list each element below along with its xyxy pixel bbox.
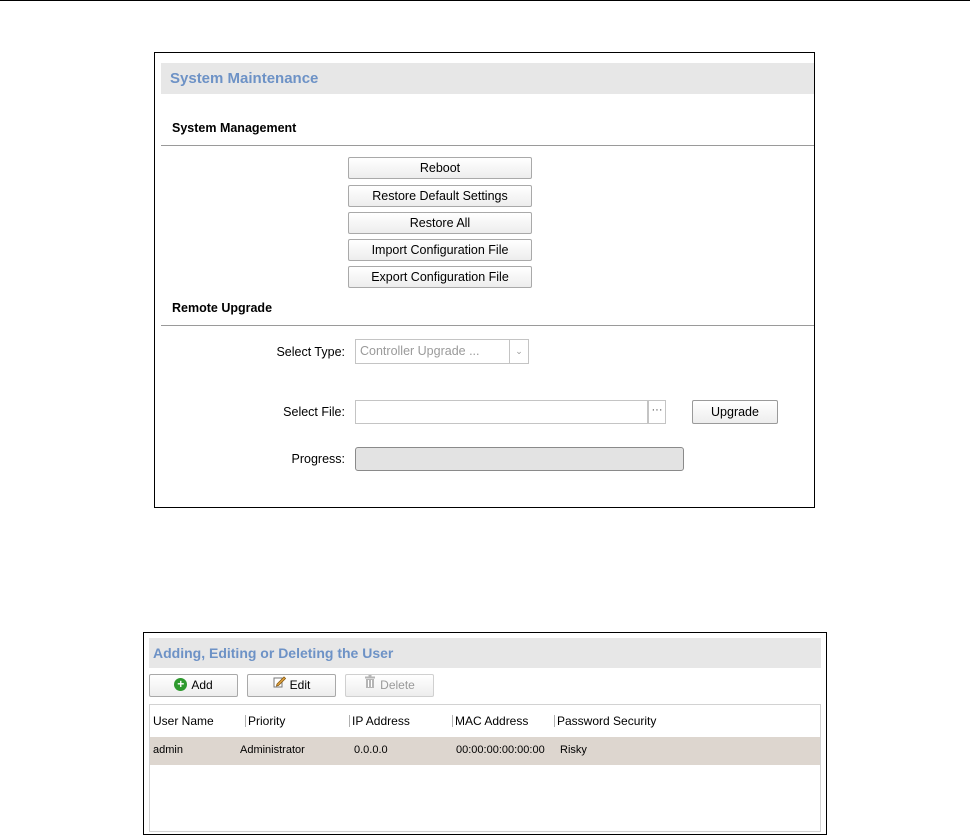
panel-title: Adding, Editing or Deleting the User [149, 638, 821, 668]
column-header-ip-address[interactable]: IP Address [352, 714, 410, 728]
select-file-label: Select File: [283, 405, 345, 419]
column-divider [349, 715, 350, 727]
browse-file-button[interactable]: ··· [648, 400, 666, 424]
export-configuration-file-button[interactable]: Export Configuration File [348, 266, 532, 288]
panel-title: System Maintenance [161, 63, 814, 94]
column-header-user-name[interactable]: User Name [153, 714, 214, 728]
select-type-dropdown[interactable]: Controller Upgrade ... ⌄ [355, 339, 529, 364]
system-maintenance-panel: System Maintenance System Management Reb… [154, 52, 815, 508]
select-type-value: Controller Upgrade ... [360, 344, 480, 358]
reboot-button[interactable]: Reboot [348, 157, 532, 179]
restore-all-button[interactable]: Restore All [348, 212, 532, 234]
upgrade-progress-bar [355, 447, 684, 471]
section-divider [161, 325, 814, 326]
remote-upgrade-heading: Remote Upgrade [172, 301, 273, 315]
section-divider [161, 145, 814, 146]
cell-ip-address: 0.0.0.0 [354, 744, 388, 756]
cell-priority: Administrator [240, 744, 305, 756]
cell-mac-address: 00:00:00:00:00:00 [456, 744, 545, 756]
upgrade-button[interactable]: Upgrade [692, 400, 778, 424]
table-row[interactable]: admin Administrator 0.0.0.0 00:00:00:00:… [150, 737, 820, 765]
add-button-label: Add [191, 678, 213, 692]
system-management-heading: System Management [172, 121, 297, 135]
user-management-panel: Adding, Editing or Deleting the User + Ad… [143, 632, 827, 835]
add-user-button[interactable]: + Add [149, 674, 238, 697]
user-table: User Name Priority IP Address MAC Addres… [149, 704, 821, 832]
column-divider [452, 715, 453, 727]
column-header-mac-address[interactable]: MAC Address [455, 714, 528, 728]
delete-button-label: Delete [380, 678, 415, 692]
trash-icon [364, 674, 376, 695]
select-file-input[interactable] [355, 400, 648, 424]
add-circle-icon: + [174, 678, 188, 692]
column-divider [554, 715, 555, 727]
top-divider [0, 0, 970, 1]
select-type-label: Select Type: [276, 345, 345, 359]
edit-pencil-icon [273, 674, 286, 695]
restore-default-settings-button[interactable]: Restore Default Settings [348, 185, 532, 207]
delete-user-button[interactable]: Delete [345, 674, 434, 697]
progress-label: Progress: [291, 452, 346, 466]
cell-password-security: Risky [560, 744, 587, 756]
edit-button-label: Edit [289, 678, 311, 692]
edit-user-button[interactable]: Edit [247, 674, 336, 697]
column-header-password-security[interactable]: Password Security [557, 714, 656, 728]
column-header-priority[interactable]: Priority [248, 714, 285, 728]
chevron-down-icon[interactable]: ⌄ [509, 340, 528, 363]
cell-user-name: admin [153, 744, 183, 756]
column-divider [245, 715, 246, 727]
import-configuration-file-button[interactable]: Import Configuration File [348, 239, 532, 261]
